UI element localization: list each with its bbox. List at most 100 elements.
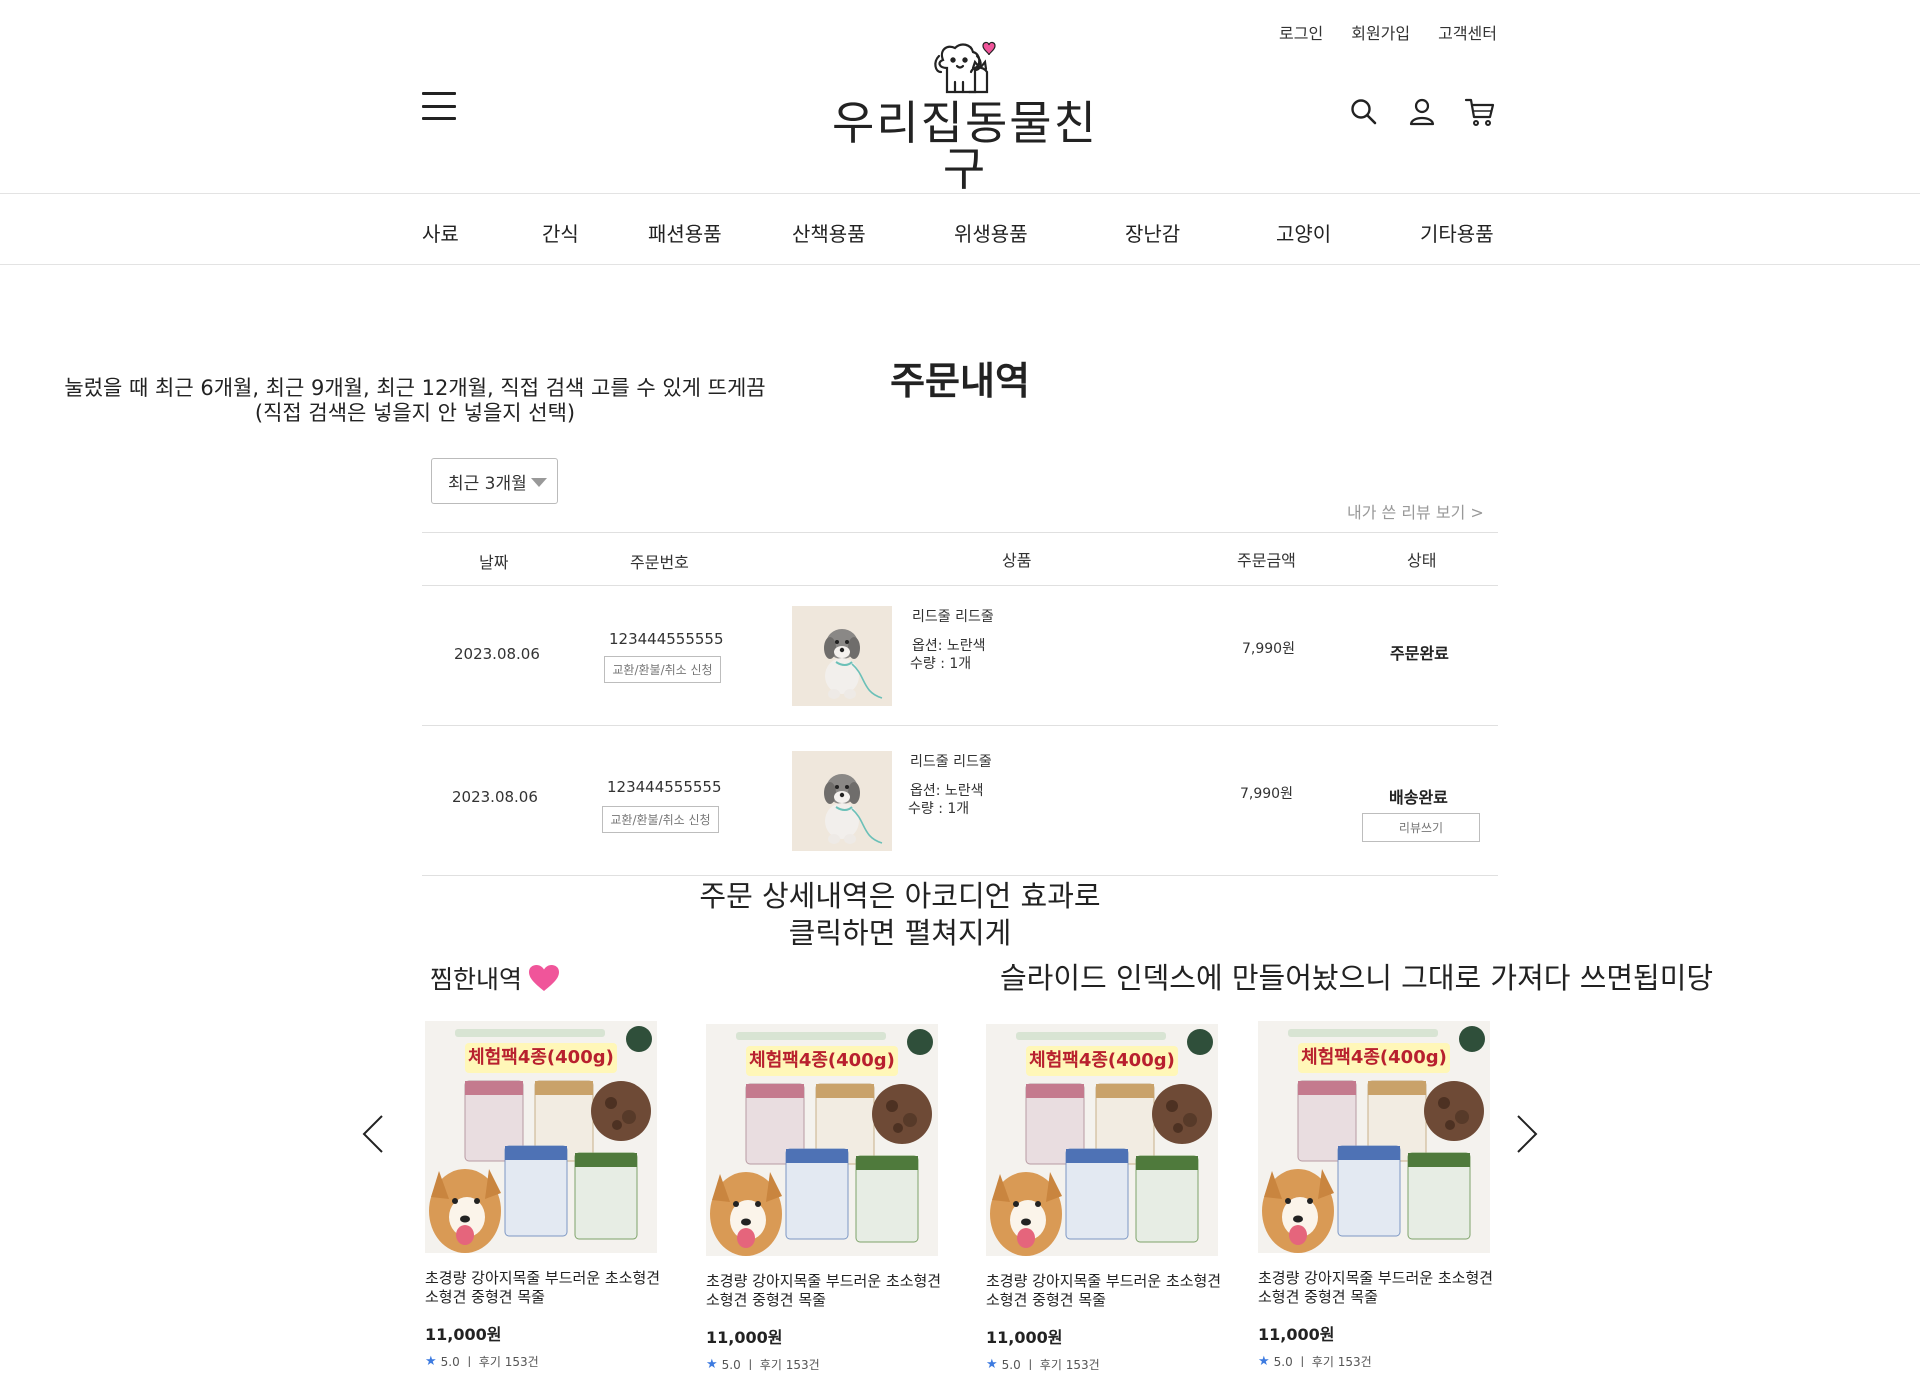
product-banner-text: 체험팩4종(400g) [1026, 1046, 1178, 1076]
product-quantity: 수량 : 1개 [910, 656, 972, 672]
nav-item-walk[interactable]: 산책용품 [792, 218, 866, 247]
product-name[interactable]: 리드줄 리드줄 [912, 606, 994, 626]
rating-value: 5.0 [721, 1357, 741, 1372]
product-meta: ★ 5.0 ㅣ 후기 153건 [706, 1356, 946, 1373]
product-meta: ★ 5.0 ㅣ 후기 153건 [425, 1353, 665, 1370]
product-name[interactable]: 초경량 강아지목줄 부드러운 초소형견 소형견 중형견 목줄 [1258, 1269, 1498, 1307]
nav-item-hygiene[interactable]: 위생용품 [954, 218, 1028, 247]
exchange-refund-button[interactable]: 교환/환불/취소 신청 [604, 656, 721, 683]
slide-note: 슬라이드 인덱스에 만들어놨으니 그대로 가져다 쓰면됩미당 [1000, 961, 1714, 995]
product-image[interactable]: 체험팩4종(400g) [986, 1024, 1218, 1256]
product-name[interactable]: 초경량 강아지목줄 부드러운 초소형견 소형견 중형견 목줄 [706, 1272, 946, 1310]
slider-prev-icon[interactable] [358, 1112, 388, 1156]
header-order-no: 주문번호 [630, 553, 689, 572]
order-amount: 7,990원 [1242, 641, 1295, 657]
star-icon: ★ [706, 1357, 718, 1372]
product-meta: ★ 5.0 ㅣ 후기 153건 [986, 1356, 1226, 1373]
order-date: 2023.08.06 [454, 645, 540, 663]
table-header: 날짜 주문번호 상품 주문금액 상태 [422, 532, 1498, 586]
rating-value: 5.0 [1001, 1357, 1021, 1372]
order-table: 날짜 주문번호 상품 주문금액 상태 2023.08.06 1234445555… [422, 532, 1498, 876]
nav-item-cat[interactable]: 고양이 [1276, 218, 1331, 247]
meta-divider: ㅣ [463, 1355, 475, 1369]
slider-next-icon[interactable] [1512, 1112, 1542, 1156]
product-image[interactable]: 체험팩4종(400g) [1258, 1021, 1490, 1253]
page-title: 주문내역 [890, 359, 1030, 403]
period-note: 눌렀을 때 최근 6개월, 최근 9개월, 최근 12개월, 직접 검색 고를 … [50, 376, 780, 426]
accordion-note: 주문 상세내역은 아코디언 효과로 클릭하면 펼쳐지게 [690, 878, 1110, 952]
rating-value: 5.0 [1273, 1354, 1293, 1369]
period-note-line1: 눌렀을 때 최근 6개월, 최근 9개월, 최근 12개월, 직접 검색 고를 … [64, 376, 766, 400]
product-price: 11,000원 [1258, 1325, 1335, 1344]
dog-cat-logo-icon [934, 41, 996, 94]
nav-item-toy[interactable]: 장난감 [1125, 218, 1180, 247]
wishlist-card[interactable]: 체험팩4종(400g) 초경량 강아지목줄 부드러운 초소형견 소형견 중형견 … [425, 1021, 665, 1370]
period-note-line2: (직접 검색은 넣을지 안 넣을지 선택) [254, 401, 576, 425]
period-select[interactable]: 최근 3개월 [431, 458, 558, 504]
product-thumbnail[interactable] [792, 751, 892, 851]
review-count: 후기 153건 [478, 1355, 539, 1369]
product-price: 11,000원 [986, 1328, 1063, 1347]
category-nav: 사료 간식 패션용품 산책용품 위생용품 장난감 고양이 기타용품 [0, 193, 1920, 265]
search-icon[interactable] [1348, 96, 1380, 128]
utility-links: 로그인 회원가입 고객센터 [1279, 20, 1497, 44]
login-link[interactable]: 로그인 [1279, 20, 1323, 44]
caret-down-icon [531, 478, 547, 487]
nav-item-snack[interactable]: 간식 [542, 218, 579, 247]
period-select-value: 최근 3개월 [448, 473, 527, 494]
review-count: 후기 153건 [1311, 1355, 1372, 1369]
nav-item-etc[interactable]: 기타용품 [1420, 218, 1494, 247]
logo-text: 우리집동물친구 [832, 96, 1098, 196]
wishlist-card[interactable]: 체험팩4종(400g) 초경량 강아지목줄 부드러운 초소형견 소형견 중형견 … [706, 1024, 946, 1373]
customer-center-link[interactable]: 고객센터 [1438, 20, 1497, 44]
accordion-note-line1: 주문 상세내역은 아코디언 효과로 [699, 879, 1101, 913]
header-date: 날짜 [479, 553, 509, 572]
table-row[interactable]: 2023.08.06 123444555555 교환/환불/취소 신청 리드줄 … [422, 586, 1498, 726]
wishlist-card[interactable]: 체험팩4종(400g) 초경량 강아지목줄 부드러운 초소형견 소형견 중형견 … [986, 1024, 1226, 1373]
product-image[interactable]: 체험팩4종(400g) [706, 1024, 938, 1256]
order-amount: 7,990원 [1240, 786, 1293, 802]
product-name[interactable]: 초경량 강아지목줄 부드러운 초소형견 소형견 중형견 목줄 [425, 1269, 665, 1307]
my-reviews-link[interactable]: 내가 쓴 리뷰 보기 > [1347, 499, 1484, 523]
wishlist-title-text: 찜한내역 [430, 965, 523, 994]
cart-icon[interactable] [1464, 96, 1496, 128]
order-number: 123444555555 [607, 778, 722, 796]
product-banner-text: 체험팩4종(400g) [465, 1043, 617, 1073]
product-meta: ★ 5.0 ㅣ 후기 153건 [1258, 1353, 1498, 1370]
product-option: 옵션: 노란색 [910, 783, 984, 799]
wishlist-card[interactable]: 체험팩4종(400g) 초경량 강아지목줄 부드러운 초소형견 소형견 중형견 … [1258, 1021, 1498, 1370]
heart-icon [529, 965, 560, 991]
order-number: 123444555555 [609, 630, 724, 648]
write-review-button[interactable]: 리뷰쓰기 [1362, 813, 1480, 842]
product-price: 11,000원 [706, 1328, 783, 1347]
nav-item-food[interactable]: 사료 [422, 218, 459, 247]
product-quantity: 수량 : 1개 [908, 801, 970, 817]
accordion-note-line2: 클릭하면 펼쳐지게 [788, 916, 1012, 950]
product-name[interactable]: 리드줄 리드줄 [910, 751, 992, 771]
order-status: 배송완료 [1389, 788, 1448, 807]
order-status: 주문완료 [1390, 644, 1449, 663]
table-row[interactable]: 2023.08.06 123444555555 교환/환불/취소 신청 리드줄 … [422, 726, 1498, 876]
wishlist-title: 찜한내역 [430, 960, 560, 996]
poodle-image [792, 606, 892, 706]
header-status: 상태 [1407, 551, 1437, 570]
menu-icon[interactable] [422, 92, 456, 120]
product-thumbnail[interactable] [792, 606, 892, 706]
nav-item-fashion[interactable]: 패션용품 [648, 218, 722, 247]
product-banner-text: 체험팩4종(400g) [746, 1046, 898, 1076]
signup-link[interactable]: 회원가입 [1351, 20, 1410, 44]
star-icon: ★ [1258, 1354, 1270, 1369]
meta-divider: ㅣ [744, 1358, 756, 1372]
rating-value: 5.0 [440, 1354, 460, 1369]
user-icon[interactable] [1406, 96, 1438, 128]
product-name[interactable]: 초경량 강아지목줄 부드러운 초소형견 소형견 중형견 목줄 [986, 1272, 1226, 1310]
exchange-refund-button[interactable]: 교환/환불/취소 신청 [602, 806, 719, 833]
product-image[interactable]: 체험팩4종(400g) [425, 1021, 657, 1253]
star-icon: ★ [986, 1357, 998, 1372]
product-price: 11,000원 [425, 1325, 502, 1344]
product-banner-text: 체험팩4종(400g) [1298, 1043, 1450, 1073]
header-amount: 주문금액 [1237, 551, 1296, 570]
meta-divider: ㅣ [1296, 1355, 1308, 1369]
logo[interactable]: 우리집동물친구 [820, 38, 1110, 192]
review-count: 후기 153건 [759, 1358, 820, 1372]
